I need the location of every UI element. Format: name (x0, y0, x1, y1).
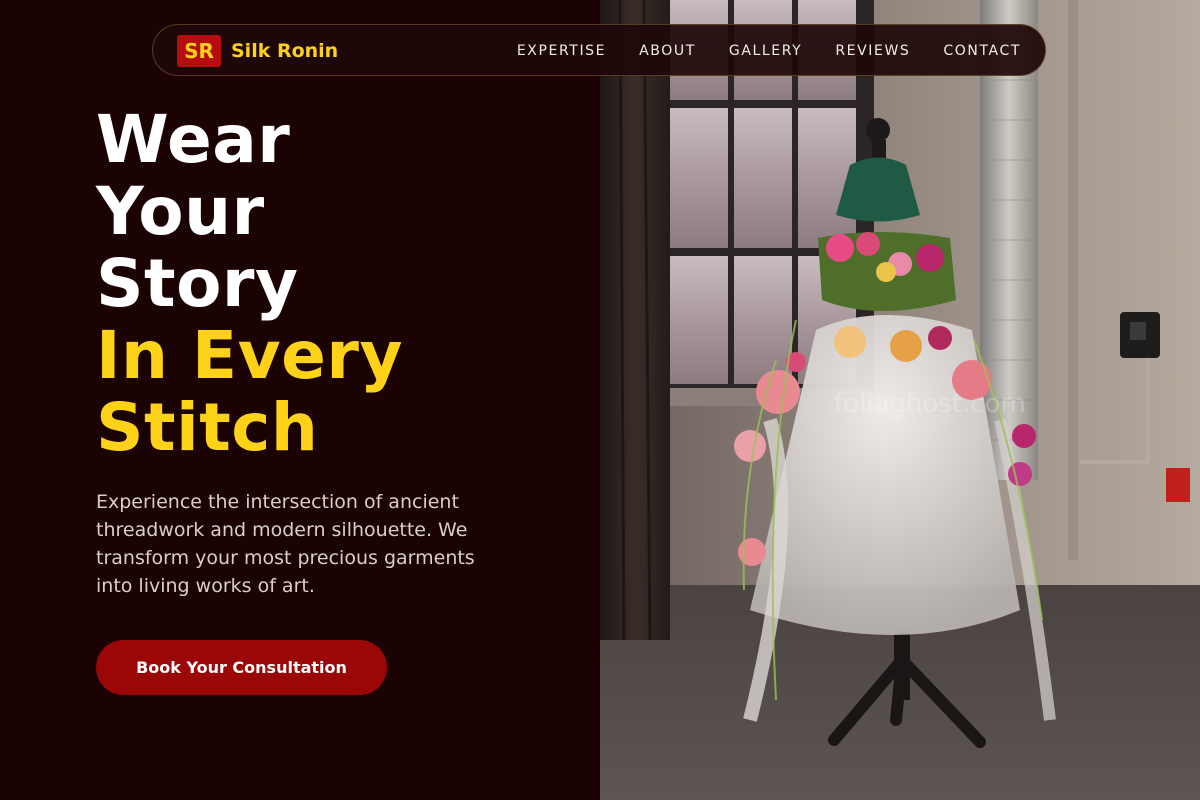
hero-description: Experience the intersection of ancient t… (96, 491, 475, 597)
page: foliaghost.com SR Silk Ronin EXPERTISE A… (0, 0, 1200, 800)
hero-highlight-line-1: In Every (96, 317, 403, 394)
hero-title-line-1: Wear (96, 101, 291, 178)
nav-link-expertise[interactable]: EXPERTISE (517, 43, 606, 59)
hero-title-line-2: Your (96, 173, 265, 250)
brand-logo[interactable]: SR Silk Ronin (177, 35, 338, 67)
top-navbar: SR Silk Ronin EXPERTISE ABOUT GALLERY RE… (152, 24, 1046, 76)
nav-link-contact[interactable]: CONTACT (943, 43, 1021, 59)
nav-links: EXPERTISE ABOUT GALLERY REVIEWS CONTACT (517, 25, 1021, 77)
book-consultation-button[interactable]: Book Your Consultation (96, 640, 387, 695)
nav-link-gallery[interactable]: GALLERY (729, 43, 802, 59)
hero-title: Wear Your Story In Every Stitch (96, 104, 403, 464)
hero-title-line-3: Story (96, 245, 299, 322)
image-watermark: foliaghost.com (834, 389, 1026, 419)
brand-name: Silk Ronin (231, 40, 339, 62)
hero-image: foliaghost.com (600, 0, 1200, 800)
brand-badge: SR (177, 35, 221, 67)
nav-link-about[interactable]: ABOUT (639, 43, 696, 59)
hero-highlight-line-2: Stitch (96, 389, 319, 466)
nav-link-reviews[interactable]: REVIEWS (835, 43, 910, 59)
